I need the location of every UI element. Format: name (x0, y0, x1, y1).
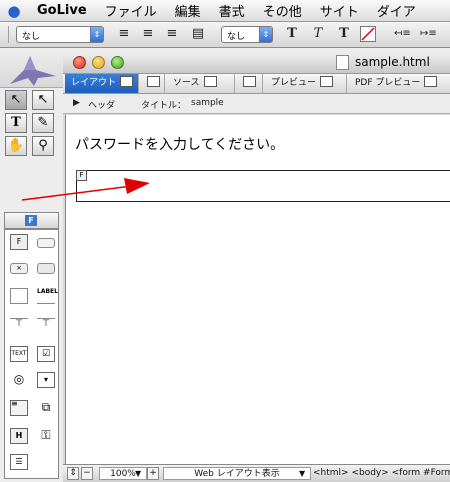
golive-star-icon (10, 56, 56, 86)
disclosure-triangle-icon[interactable]: ▶ (73, 98, 80, 108)
select-item-icon[interactable]: ▾ (37, 372, 55, 388)
layout-select-tool-icon[interactable]: ↖ (5, 90, 27, 110)
breadcrumb[interactable]: <html> <body> <form #FormN (313, 467, 450, 480)
tab-preview-label: プレビュー (271, 78, 317, 88)
chevron-down-icon: ⇕ (259, 27, 272, 42)
window-title: sample.html (355, 55, 430, 69)
menu-file[interactable]: ファイル (96, 1, 166, 20)
forms-tab[interactable]: F (4, 212, 59, 229)
outline-view-icon (243, 76, 256, 87)
menu-dialog[interactable]: ダイア (368, 1, 425, 20)
tab-outline[interactable] (237, 74, 263, 93)
scroll-arrows-icon[interactable]: ⇕ (67, 467, 79, 480)
close-icon[interactable] (73, 56, 86, 69)
italic-icon[interactable]: T (310, 26, 326, 42)
palette-items: F × LABEL ⊤ ⊤ TEXT ☑ ◎ ▾ ≡ ⧉ H ⚿ ☰ (4, 229, 59, 479)
align-center-icon[interactable]: ≡ (140, 26, 156, 42)
font-set-select[interactable]: なし ⇕ (221, 26, 273, 43)
align-left-icon[interactable]: ≡ (116, 26, 132, 42)
source-view-icon (203, 76, 217, 87)
image-item-icon[interactable] (10, 288, 28, 304)
chevron-down-icon: ⇕ (90, 27, 103, 42)
button-item-icon[interactable] (37, 238, 55, 248)
tab-pdf-preview[interactable]: PDF プレビュー (349, 74, 450, 93)
layout-view-icon (120, 76, 134, 87)
bold-icon[interactable]: T (284, 26, 300, 42)
keygen-item-icon[interactable]: ⚿ (37, 428, 55, 444)
file-item-icon[interactable]: ⧉ (37, 400, 55, 416)
list-icon[interactable]: ▤ (190, 26, 206, 42)
text-button-item-icon[interactable] (37, 263, 55, 274)
document-icon (336, 55, 349, 70)
frame-view-icon (147, 76, 160, 87)
title-value[interactable]: sample (191, 98, 224, 108)
title-label: タイトル： (141, 101, 187, 111)
tab-source[interactable]: ソース (167, 74, 235, 93)
object-select-tool-icon[interactable]: ↖ (32, 90, 54, 110)
view-mode-select[interactable]: Web レイアウト表示 (163, 467, 311, 480)
tab-source-label: ソース (173, 78, 200, 88)
paragraph-format-select[interactable]: なし ⇕ (16, 26, 104, 43)
fieldset-item-icon[interactable]: ☰ (10, 454, 28, 470)
zoom-in-button[interactable]: + (147, 467, 159, 480)
status-bar: ⇕ − 100% ▼ + Web レイアウト表示 ▼ <html> <body>… (63, 464, 450, 482)
font-set-value: なし (227, 32, 246, 42)
label-item-icon[interactable]: LABEL (37, 288, 58, 304)
outdent-icon[interactable]: ↤≡ (394, 26, 411, 42)
forms-tab-label: F (25, 215, 37, 226)
menu-other[interactable]: その他 (254, 1, 311, 20)
tab-pdf-preview-label: PDF プレビュー (355, 78, 421, 88)
hand-tool-icon[interactable]: ✋ (5, 136, 27, 156)
form-badge: F (76, 170, 87, 181)
window-titlebar[interactable]: sample.html (63, 52, 450, 74)
objects-palette: ↖ ↖ T ✎ ✋ ⚲ F F × LABEL ⊤ ⊤ TEXT ☑ ◎ ▾ ≡… (0, 48, 63, 482)
mode-tabs: レイアウト ソース プレビュー PDF プレビュー (63, 74, 450, 94)
tab-layout[interactable]: レイアウト (65, 74, 139, 93)
minimize-icon[interactable] (92, 56, 105, 69)
toolbar-divider (8, 26, 9, 43)
text-tool-icon[interactable]: T (5, 113, 27, 133)
menu-app[interactable]: GoLive (28, 3, 96, 18)
menu-site[interactable]: サイト (311, 1, 368, 20)
text-color-icon[interactable] (360, 26, 376, 42)
body-text[interactable]: パスワードを入力してください。 (75, 134, 284, 154)
checkbox-item-icon[interactable]: ☑ (37, 346, 55, 362)
textarea-item-icon[interactable]: TEXT (10, 346, 28, 362)
chevron-down-icon[interactable]: ▼ (299, 467, 305, 480)
radio-item-icon[interactable]: ◎ (10, 372, 28, 388)
layout-canvas[interactable]: パスワードを入力してください。 F (65, 115, 450, 464)
eyedropper-icon[interactable]: ✎ (32, 113, 54, 133)
form-item-icon[interactable]: F (10, 234, 28, 250)
list-item-icon[interactable]: ≡ (10, 400, 28, 416)
form-element[interactable]: F (76, 170, 450, 202)
password-item-icon[interactable]: ⊤ (37, 318, 55, 334)
paragraph-format-value: なし (22, 32, 41, 42)
tab-frame[interactable] (141, 74, 165, 93)
palette-spacer (4, 160, 59, 208)
tab-preview[interactable]: プレビュー (265, 74, 347, 93)
zoom-tool-icon[interactable]: ⚲ (32, 136, 54, 156)
align-right-icon[interactable]: ≡ (164, 26, 180, 42)
golive-logo (0, 48, 63, 88)
menu-bar: ● GoLive ファイル 編集 書式 その他 サイト ダイア (0, 0, 450, 22)
tab-layout-label: レイアウト (71, 78, 117, 88)
slash-icon (361, 27, 375, 41)
zoom-out-button[interactable]: − (81, 467, 93, 480)
toolbar: なし ⇕ ≡ ≡ ≡ ▤ なし ⇕ T T T ↤≡ ↦≡ (0, 22, 450, 48)
hidden-item-icon[interactable]: ⊤ (10, 318, 28, 334)
teletype-icon[interactable]: T (336, 26, 352, 42)
menu-edit[interactable]: 編集 (166, 1, 210, 20)
header-label: ヘッダ (88, 101, 116, 111)
apple-menu-icon[interactable]: ● (0, 2, 28, 20)
pdf-preview-icon (424, 76, 438, 87)
reset-item-icon[interactable]: × (10, 263, 28, 274)
preview-view-icon (320, 76, 334, 87)
zoom-icon[interactable] (111, 56, 124, 69)
menu-format[interactable]: 書式 (210, 1, 254, 20)
head-section: ▶ ヘッダ タイトル： sample (63, 94, 450, 114)
document-window: sample.html レイアウト ソース プレビュー PDF プレビュー ▶ … (63, 52, 450, 482)
indent-icon[interactable]: ↦≡ (420, 26, 437, 42)
zoom-menu-icon[interactable]: ▼ (135, 467, 141, 480)
h-item-icon[interactable]: H (10, 428, 28, 444)
